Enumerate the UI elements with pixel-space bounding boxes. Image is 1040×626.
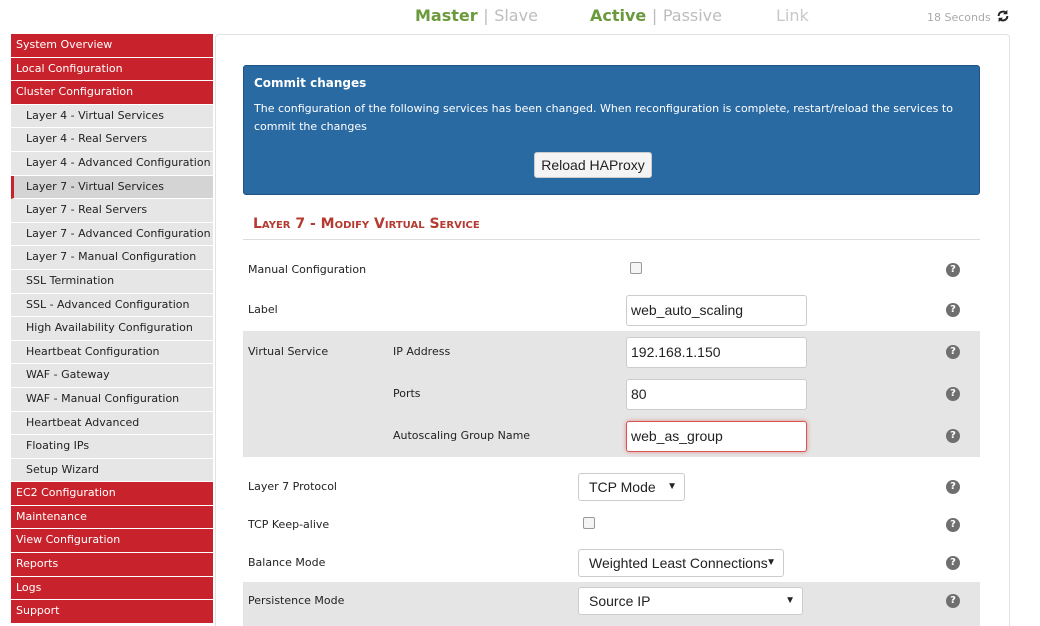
keepalive-label: TCP Keep-alive [248,518,330,531]
reload-haproxy-button[interactable]: Reload HAProxy [534,152,652,178]
ip-address-input[interactable]: 192.168.1.150 [626,337,807,368]
status-bar: Master | Slave Active | Passive Link 18 … [0,0,1040,34]
sidebar-item-system-overview[interactable]: System Overview [11,34,213,58]
manual-configuration-label: Manual Configuration [248,263,367,276]
sidebar-item-setup-wizard[interactable]: Setup Wizard [11,458,213,483]
help-icon[interactable]: ? [946,263,960,277]
sidebar-item-heartbeat-configuration[interactable]: Heartbeat Configuration [11,340,213,365]
divider [243,239,980,240]
help-icon[interactable]: ? [946,480,960,494]
refresh-icon[interactable] [996,9,1010,23]
sidebar-item-high-availability-configuration[interactable]: High Availability Configuration [11,317,213,341]
refresh-countdown: 18 Seconds [927,11,991,24]
status-separator: | [651,6,658,25]
sidebar-item-layer7-manual-configuration[interactable]: Layer 7 - Manual Configuration [11,246,213,270]
sidebar-item-logs[interactable]: Logs [11,576,213,601]
sidebar-item-cluster-configuration[interactable]: Cluster Configuration [11,81,213,105]
help-icon[interactable]: ? [946,594,960,608]
label-field-label: Label [248,303,278,316]
sidebar-item-waf-gateway[interactable]: WAF - Gateway [11,364,213,388]
master-slave-status: Master | Slave [415,6,538,25]
sidebar-item-maintenance[interactable]: Maintenance [11,505,213,530]
help-icon[interactable]: ? [946,387,960,401]
sidebar-item-floating-ips[interactable]: Floating IPs [11,435,213,459]
autoscaling-group-input[interactable]: web_as_group [626,421,807,452]
help-icon[interactable]: ? [946,518,960,532]
balance-mode-label: Balance Mode [248,556,326,569]
help-icon[interactable]: ? [946,429,960,443]
sidebar-nav: System Overview Local Configuration Clus… [11,34,213,624]
sidebar-item-waf-manual-configuration[interactable]: WAF - Manual Configuration [11,387,213,412]
commit-changes-alert: Commit changes The configuration of the … [243,65,980,195]
ports-input[interactable]: 80 [626,379,807,410]
status-separator: | [483,6,489,25]
balance-mode-select-value: Weighted Least Connections [589,555,768,571]
dropdown-arrow-icon: ▼ [766,557,776,568]
manual-configuration-checkbox[interactable] [630,262,642,274]
sidebar-item-local-configuration[interactable]: Local Configuration [11,57,213,82]
ports-label: Ports [393,387,421,400]
sidebar-item-ec2-configuration[interactable]: EC2 Configuration [11,482,213,506]
keepalive-checkbox[interactable] [583,517,595,529]
page-title: Layer 7 - Modify Virtual Service [253,216,480,232]
link-status: Link [776,6,809,25]
sidebar-item-view-configuration[interactable]: View Configuration [11,529,213,554]
protocol-label: Layer 7 Protocol [248,480,337,493]
sidebar-item-layer7-real-servers[interactable]: Layer 7 - Real Servers [11,199,213,223]
sidebar-item-heartbeat-advanced[interactable]: Heartbeat Advanced [11,411,213,436]
balance-mode-select[interactable]: Weighted Least Connections ▼ [578,549,784,577]
sidebar-item-ssl-termination[interactable]: SSL Termination [11,269,213,294]
sidebar-item-layer4-virtual-services[interactable]: Layer 4 - Virtual Services [11,104,213,129]
help-icon[interactable]: ? [946,303,960,317]
active-label: Active [590,6,647,25]
label-input[interactable]: web_auto_scaling [626,295,807,326]
protocol-select[interactable]: TCP Mode ▼ [578,473,685,501]
sidebar-item-support[interactable]: Support [11,600,213,624]
virtual-service-group [243,331,980,457]
help-icon[interactable]: ? [946,345,960,359]
master-label: Master [415,6,478,25]
help-icon[interactable]: ? [946,556,960,570]
sidebar-item-ssl-advanced-configuration[interactable]: SSL - Advanced Configuration [11,293,213,318]
virtual-service-label: Virtual Service [248,345,329,358]
commit-title: Commit changes [254,76,367,90]
sidebar-item-layer4-real-servers[interactable]: Layer 4 - Real Servers [11,128,213,152]
slave-label: Slave [494,6,538,25]
passive-label: Passive [662,6,722,25]
sidebar-item-layer7-virtual-services[interactable]: Layer 7 - Virtual Services [11,175,213,200]
active-passive-status: Active | Passive [590,6,722,25]
persistence-mode-select[interactable]: Source IP ▼ [578,587,803,615]
ip-address-label: IP Address [393,345,451,358]
dropdown-arrow-icon: ▼ [785,595,795,606]
persistence-mode-label: Persistence Mode [248,594,345,607]
sidebar-item-reports[interactable]: Reports [11,553,213,577]
protocol-select-value: TCP Mode [589,479,656,495]
sidebar-item-layer7-advanced-configuration[interactable]: Layer 7 - Advanced Configuration [11,222,213,247]
dropdown-arrow-icon: ▼ [667,481,677,492]
sidebar-item-layer4-advanced-configuration[interactable]: Layer 4 - Advanced Configuration [11,151,213,176]
commit-message: The configuration of the following servi… [254,102,953,133]
persistence-mode-select-value: Source IP [589,593,651,609]
autoscaling-group-label: Autoscaling Group Name [393,429,531,442]
